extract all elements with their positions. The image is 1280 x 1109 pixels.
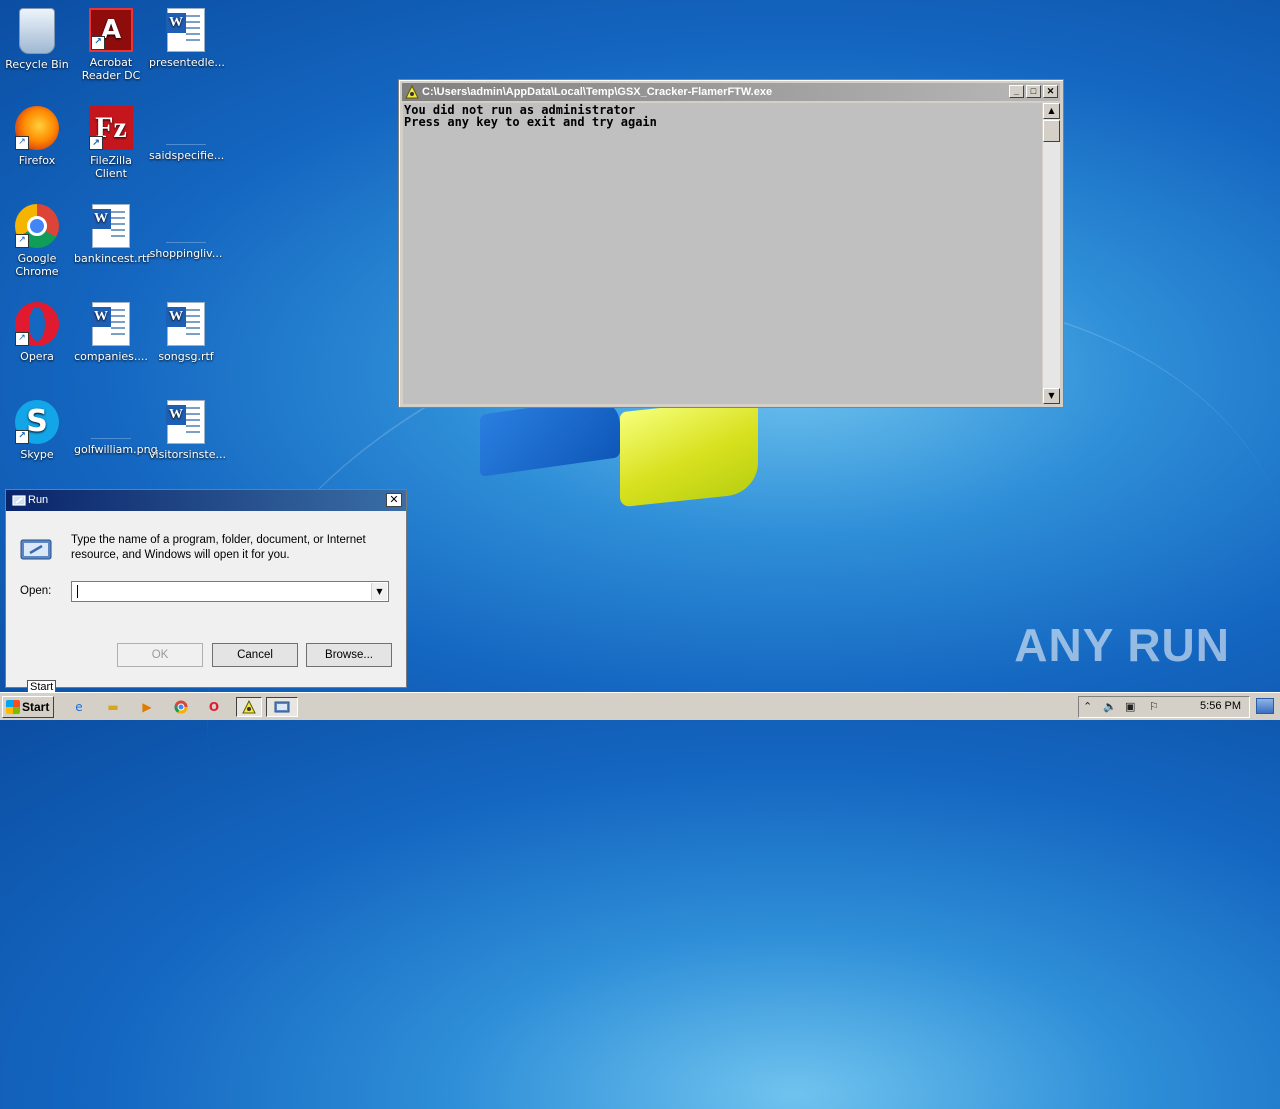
blank-file-icon <box>166 230 206 243</box>
console-scrollbar[interactable]: ▲ ▼ <box>1043 103 1060 404</box>
desktop-icon-skype[interactable]: S ↗ Skype <box>0 400 74 461</box>
image-file-icon <box>91 426 131 439</box>
browse-button[interactable]: Browse... <box>306 643 392 667</box>
open-input[interactable] <box>75 583 365 600</box>
desktop-icon-presentedle[interactable]: W presentedle... <box>149 8 225 69</box>
taskbar: Start e ▬ ▶ O ⌃ 🔈 ▣ ⚐ 5:56 PM <box>0 692 1280 720</box>
shortcut-arrow-icon: ↗ <box>89 136 103 150</box>
desktop-icon-filezilla[interactable]: Fz ↗ FileZilla Client <box>74 106 148 180</box>
file-explorer-icon[interactable]: ▬ <box>102 697 124 717</box>
cancel-button[interactable]: Cancel <box>212 643 298 667</box>
run-dialog[interactable]: Run ✕ Type the name of a program, folder… <box>5 489 407 688</box>
shortcut-arrow-icon: ↗ <box>91 36 105 50</box>
acrobat-reader-icon: A ↗ <box>89 8 133 52</box>
chrome-taskbar-icon[interactable] <box>170 697 192 717</box>
run-close-button[interactable]: ✕ <box>386 493 402 507</box>
desktop-icon-visitorsinste[interactable]: W visitorsinste... <box>149 400 226 461</box>
desktop-icon-label: saidspecifie... <box>149 149 225 162</box>
console-title: C:\Users\admin\AppData\Local\Temp\GSX_Cr… <box>422 86 773 98</box>
desktop-icon-acrobat[interactable]: A ↗ Acrobat Reader DC <box>74 8 148 82</box>
console-output[interactable]: You did not run as administrator Press an… <box>403 103 1042 404</box>
desktop-icon-label: visitorsinste... <box>149 448 226 461</box>
cracker-taskbar-button[interactable] <box>236 697 262 717</box>
desktop-icon-label: Recycle Bin <box>5 58 69 71</box>
open-label: Open: <box>20 585 52 597</box>
desktop-icon-saidspecifie[interactable]: saidspecifie... <box>149 106 225 162</box>
word-document-icon: W <box>166 400 205 444</box>
blank-file-icon <box>166 132 206 145</box>
desktop-icon-label: FileZilla Client <box>90 154 132 180</box>
network-icon[interactable]: ▣ <box>1125 700 1135 713</box>
console-line: Press any key to exit and try again <box>404 115 657 129</box>
scroll-down-button[interactable]: ▼ <box>1043 388 1060 404</box>
word-document-icon: W <box>91 204 130 248</box>
desktop-icon-label: companies.... <box>74 350 148 363</box>
desktop-icon-label: golfwilliam.png <box>74 443 158 456</box>
action-center-flag-icon[interactable]: ⚐ <box>1149 700 1159 713</box>
desktop-icon-label: Firefox <box>18 154 56 167</box>
recycle-bin-icon <box>19 8 55 54</box>
shortcut-arrow-icon: ↗ <box>15 332 29 346</box>
run-program-icon <box>20 539 52 560</box>
desktop-icon-label: shoppingliv... <box>149 247 223 260</box>
start-label: Start <box>22 700 50 714</box>
cracker-app-icon <box>405 85 419 99</box>
desktop-icon-label: presentedle... <box>149 56 225 69</box>
desktop-icon-label: bankincest.rtf <box>74 252 151 265</box>
shortcut-arrow-icon: ↗ <box>15 234 29 248</box>
word-document-icon: W <box>166 302 205 346</box>
run-taskbar-button[interactable] <box>266 697 298 717</box>
desktop-icon-label: Google Chrome <box>15 252 59 278</box>
shortcut-arrow-icon: ↗ <box>15 430 29 444</box>
ok-button[interactable]: OK <box>117 643 203 667</box>
shortcut-arrow-icon: ↗ <box>15 136 29 150</box>
chrome-icon: ↗ <box>15 204 59 248</box>
scroll-thumb[interactable] <box>1043 120 1060 142</box>
run-description: Type the name of a program, folder, docu… <box>71 534 366 561</box>
minimize-button[interactable]: _ <box>1009 85 1024 98</box>
desktop-icon-bankincest[interactable]: W bankincest.rtf <box>74 204 151 265</box>
filezilla-icon: Fz ↗ <box>89 106 133 150</box>
anyrun-watermark: ANY RUN <box>1014 619 1230 671</box>
desktop-icon-label: Acrobat Reader DC <box>81 56 141 82</box>
console-window[interactable]: C:\Users\admin\AppData\Local\Temp\GSX_Cr… <box>398 79 1064 408</box>
desktop-icon-label: Opera <box>20 350 54 363</box>
system-tray: ⌃ 🔈 ▣ ⚐ 5:56 PM <box>1078 696 1250 718</box>
internet-explorer-icon[interactable]: e <box>68 697 90 717</box>
word-document-icon: W <box>91 302 130 346</box>
opera-taskbar-icon[interactable]: O <box>203 697 225 717</box>
start-button[interactable]: Start <box>2 696 54 718</box>
desktop-icon-firefox[interactable]: ↗ Firefox <box>0 106 74 167</box>
desktop-icon-label: songsg.rtf <box>158 350 214 363</box>
windows-logo-icon <box>6 700 20 714</box>
dropdown-arrow-icon[interactable]: ▼ <box>371 583 387 600</box>
media-player-icon[interactable]: ▶ <box>136 697 158 717</box>
close-button[interactable]: ✕ <box>1043 85 1058 98</box>
console-titlebar[interactable]: C:\Users\admin\AppData\Local\Temp\GSX_Cr… <box>402 83 1060 101</box>
word-document-icon: W <box>166 8 205 52</box>
desktop-icon-recycle-bin[interactable]: Recycle Bin <box>0 8 74 71</box>
volume-icon[interactable]: 🔈 <box>1103 700 1117 713</box>
open-combobox[interactable]: ▼ <box>71 581 389 602</box>
show-hidden-icons-icon[interactable]: ⌃ <box>1083 700 1092 713</box>
desktop-icon-label: Skype <box>20 448 54 461</box>
clock[interactable]: 5:56 PM <box>1200 700 1241 712</box>
scroll-up-button[interactable]: ▲ <box>1043 103 1060 119</box>
desktop-icon-golfwilliam[interactable]: golfwilliam.png <box>74 400 158 456</box>
skype-icon: S ↗ <box>15 400 59 444</box>
show-desktop-icon[interactable] <box>1256 698 1274 714</box>
desktop-icon-shoppingliv[interactable]: shoppingliv... <box>149 204 223 260</box>
desktop-icon-chrome[interactable]: ↗ Google Chrome <box>0 204 74 278</box>
desktop-icon-companies[interactable]: W companies.... <box>74 302 148 363</box>
run-icon <box>12 495 26 506</box>
text-caret <box>77 585 78 598</box>
run-titlebar[interactable]: Run ✕ <box>6 490 406 511</box>
maximize-button[interactable]: □ <box>1026 85 1041 98</box>
opera-icon: ↗ <box>15 302 59 346</box>
wallpaper-logo-yellow <box>620 397 758 508</box>
desktop-icon-songsg[interactable]: W songsg.rtf <box>149 302 223 363</box>
desktop-icon-opera[interactable]: ↗ Opera <box>0 302 74 363</box>
firefox-icon: ↗ <box>15 106 59 150</box>
run-title: Run <box>28 494 49 506</box>
